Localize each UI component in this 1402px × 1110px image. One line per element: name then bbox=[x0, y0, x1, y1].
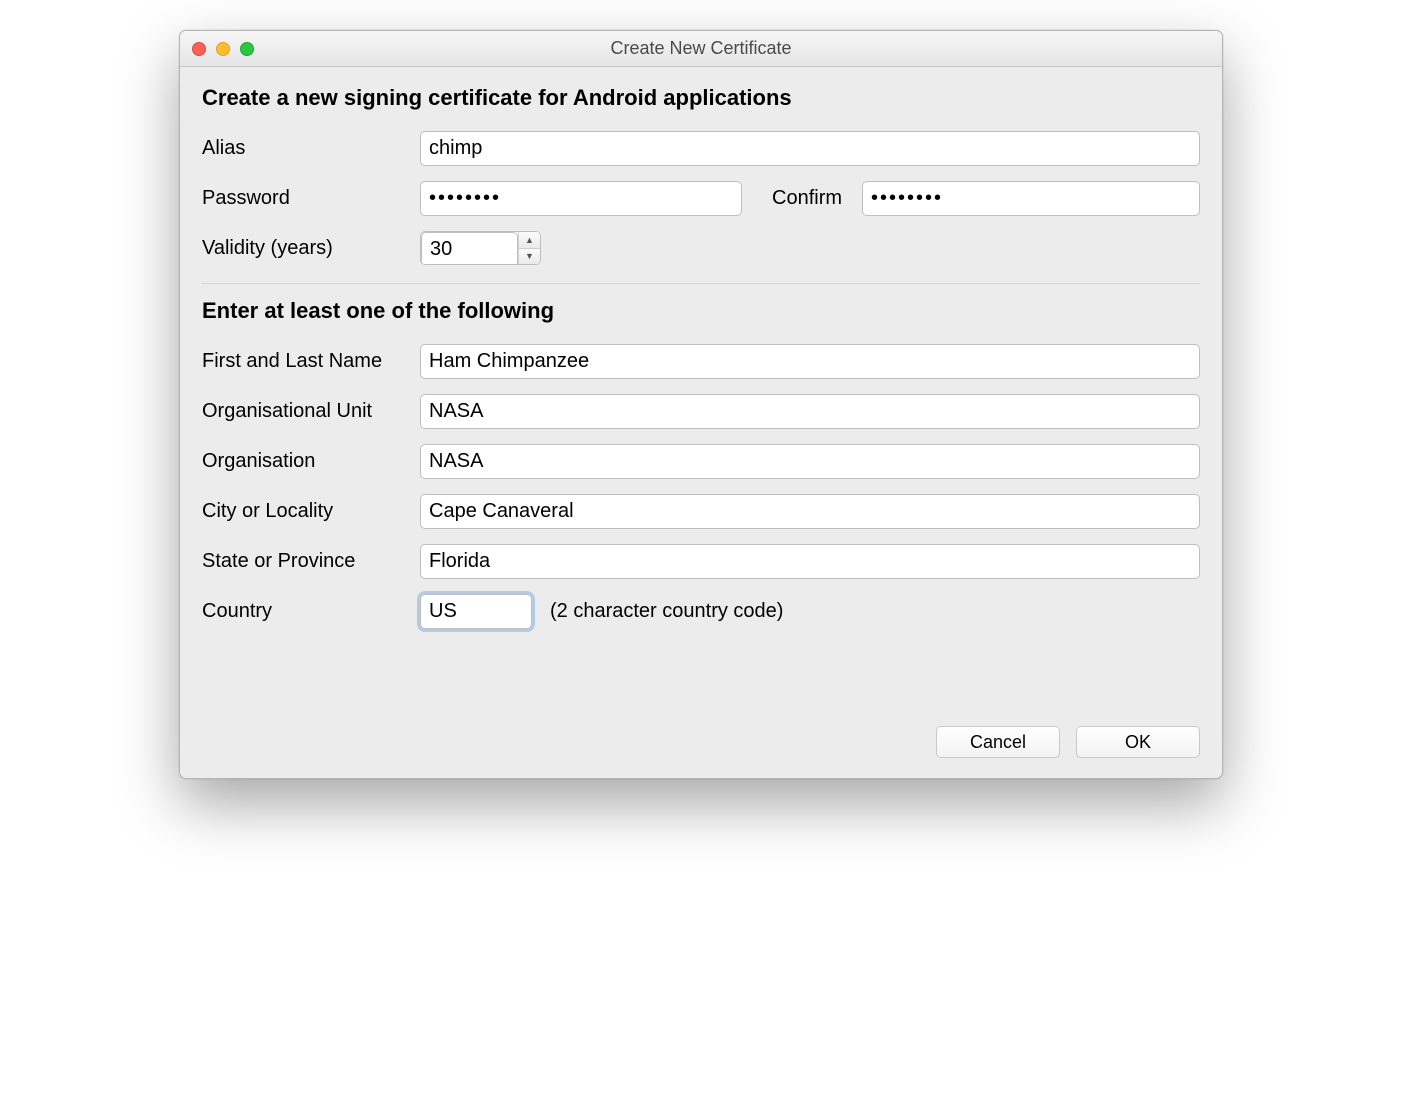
state-input[interactable] bbox=[420, 544, 1200, 579]
orgunit-input[interactable] bbox=[420, 394, 1200, 429]
alias-label: Alias bbox=[202, 137, 420, 160]
confirm-password-input[interactable] bbox=[862, 181, 1200, 216]
name-input[interactable] bbox=[420, 344, 1200, 379]
section1-heading: Create a new signing certificate for And… bbox=[202, 85, 1200, 111]
country-label: Country bbox=[202, 600, 420, 623]
org-label: Organisation bbox=[202, 450, 420, 473]
validity-input[interactable] bbox=[421, 232, 518, 265]
country-input[interactable] bbox=[420, 594, 532, 629]
country-hint: (2 character country code) bbox=[544, 600, 783, 623]
orgunit-label: Organisational Unit bbox=[202, 400, 420, 423]
button-bar: Cancel OK bbox=[202, 636, 1200, 758]
password-label: Password bbox=[202, 187, 420, 210]
password-input[interactable] bbox=[420, 181, 742, 216]
city-label: City or Locality bbox=[202, 500, 420, 523]
window-title: Create New Certificate bbox=[180, 38, 1222, 59]
cancel-button[interactable]: Cancel bbox=[936, 726, 1060, 758]
validity-step-up[interactable]: ▲ bbox=[519, 232, 540, 248]
alias-input[interactable] bbox=[420, 131, 1200, 166]
city-input[interactable] bbox=[420, 494, 1200, 529]
titlebar: Create New Certificate bbox=[180, 31, 1222, 67]
ok-button[interactable]: OK bbox=[1076, 726, 1200, 758]
dialog-content: Create a new signing certificate for And… bbox=[180, 67, 1222, 778]
name-label: First and Last Name bbox=[202, 350, 420, 373]
validity-spinner[interactable]: ▲ ▼ bbox=[420, 231, 541, 265]
state-label: State or Province bbox=[202, 550, 420, 573]
validity-step-down[interactable]: ▼ bbox=[519, 248, 540, 265]
validity-label: Validity (years) bbox=[202, 237, 420, 260]
section-divider bbox=[202, 283, 1200, 284]
confirm-label: Confirm bbox=[754, 187, 850, 210]
dialog-window: Create New Certificate Create a new sign… bbox=[179, 30, 1223, 779]
section2-heading: Enter at least one of the following bbox=[202, 298, 1200, 324]
org-input[interactable] bbox=[420, 444, 1200, 479]
